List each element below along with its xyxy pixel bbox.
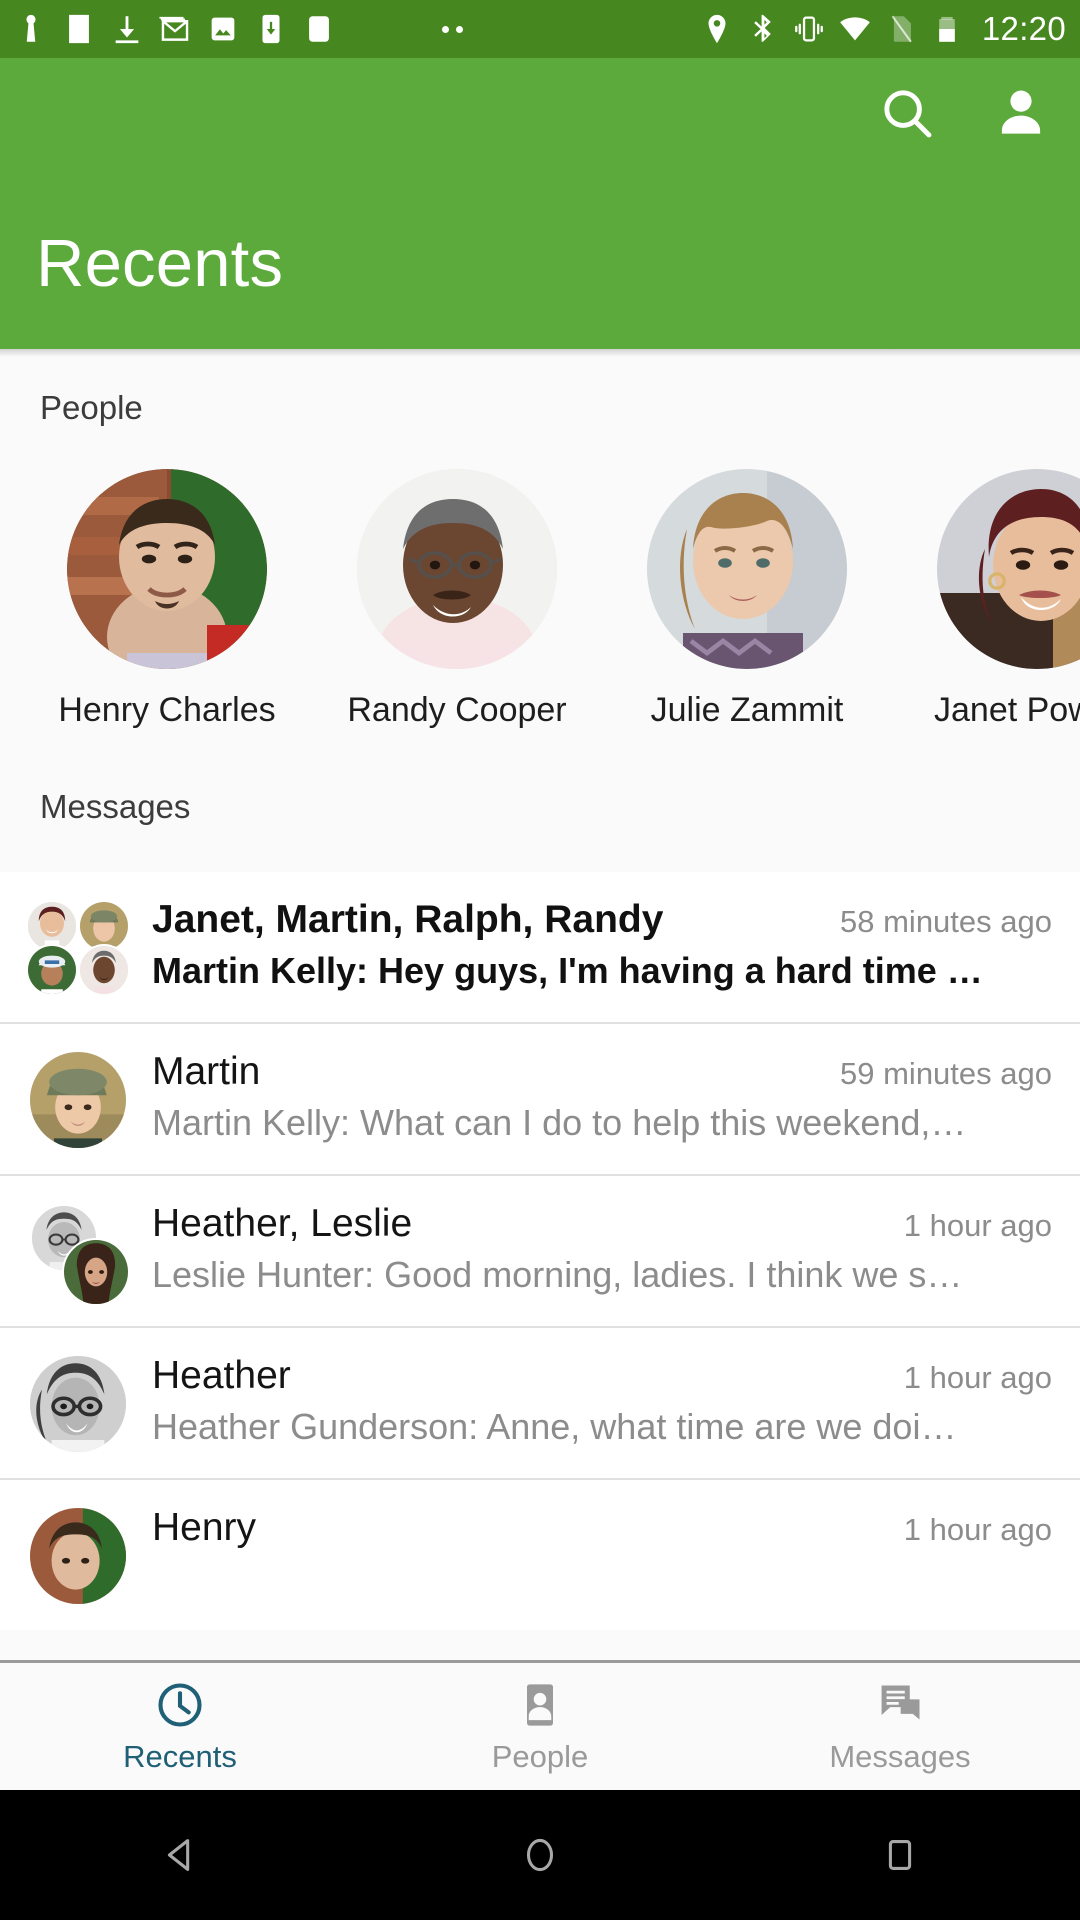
message-snippet: Martin Kelly: Hey guys, I'm having a har… xyxy=(152,950,983,991)
android-status-bar: 12:20 xyxy=(0,0,1080,58)
bottom-tab-bar: Recents People Messages xyxy=(0,1660,1080,1790)
message-body: Heather 1 hour ago Heather Gunderson: An… xyxy=(126,1354,1052,1448)
message-row[interactable]: Heather, Leslie 1 hour ago Leslie Hunter… xyxy=(0,1174,1080,1326)
avatar xyxy=(647,469,847,669)
app-bar-actions xyxy=(876,82,1052,144)
vibrate-icon xyxy=(792,12,826,46)
person-item[interactable]: Henry Charles xyxy=(22,469,312,730)
page-title: Recents xyxy=(36,226,284,301)
message-title: Janet, Martin, Ralph, Randy xyxy=(152,898,664,941)
person-item[interactable]: Randy Cooper xyxy=(312,469,602,730)
group-avatar-cluster xyxy=(26,900,130,996)
people-spacer xyxy=(0,730,1080,788)
message-body: Heather, Leslie 1 hour ago Leslie Hunter… xyxy=(126,1202,1052,1296)
gmail-icon xyxy=(158,12,192,46)
status-more-indicator xyxy=(336,25,700,33)
clock-icon xyxy=(154,1679,206,1731)
avatar xyxy=(357,469,557,669)
no-sim-icon xyxy=(884,12,918,46)
people-strip[interactable]: Henry Charles Randy Cooper Julie Zammit … xyxy=(0,427,1080,730)
message-title: Heather, Leslie xyxy=(152,1202,413,1245)
bluetooth-icon xyxy=(746,12,780,46)
message-snippet: Heather Gunderson: Anne, what time are w… xyxy=(152,1406,957,1447)
tab-label: Recents xyxy=(123,1738,237,1774)
message-row[interactable]: Janet, Martin, Ralph, Randy 58 minutes a… xyxy=(0,872,1080,1022)
download-icon xyxy=(110,12,144,46)
tab-recents[interactable]: Recents xyxy=(0,1663,360,1790)
facebook-icon xyxy=(62,12,96,46)
contact-card-icon xyxy=(514,1679,566,1731)
message-row[interactable]: Heather 1 hour ago Heather Gunderson: An… xyxy=(0,1326,1080,1478)
person-item[interactable]: Julie Zammit xyxy=(602,469,892,730)
person-name: Henry Charles xyxy=(58,691,276,729)
location-icon xyxy=(700,12,734,46)
people-section-label: People xyxy=(40,389,143,426)
more-dots-icon xyxy=(442,25,464,33)
scroll-content[interactable]: People Henry Charles Randy Cooper Julie … xyxy=(0,349,1080,1661)
blank-notification-icon xyxy=(302,12,336,46)
avatar xyxy=(78,944,130,996)
message-snippet: Martin Kelly: What can I do to help this… xyxy=(152,1102,967,1143)
message-title: Henry xyxy=(152,1506,257,1549)
message-timestamp: 1 hour ago xyxy=(903,1360,1052,1395)
tab-label: People xyxy=(491,1738,589,1774)
message-timestamp: 58 minutes ago xyxy=(840,904,1052,939)
messages-list[interactable]: Janet, Martin, Ralph, Randy 58 minutes a… xyxy=(0,872,1080,1630)
message-timestamp: 1 hour ago xyxy=(903,1208,1052,1243)
avatar xyxy=(30,1052,126,1148)
person-name: Julie Zammit xyxy=(650,691,844,729)
message-timestamp: 59 minutes ago xyxy=(840,1056,1052,1091)
tab-label: Messages xyxy=(829,1738,971,1774)
person-item[interactable]: Janet Powers xyxy=(892,469,1080,730)
home-circle-icon[interactable] xyxy=(505,1820,575,1890)
person-name: Janet Powers xyxy=(934,691,1080,729)
message-body: Janet, Martin, Ralph, Randy 58 minutes a… xyxy=(126,898,1052,992)
person-name: Randy Cooper xyxy=(347,691,567,729)
android-nav-bar xyxy=(0,1790,1080,1920)
message-row[interactable]: Martin 59 minutes ago Martin Kelly: What… xyxy=(0,1022,1080,1174)
app-bar: Recents xyxy=(0,58,1080,349)
battery-icon xyxy=(930,12,964,46)
app-download-icon xyxy=(254,12,288,46)
tab-people[interactable]: People xyxy=(360,1663,720,1790)
recents-square-icon[interactable] xyxy=(865,1820,935,1890)
message-timestamp: 1 hour ago xyxy=(903,1512,1052,1547)
message-snippet: Leslie Hunter: Good morning, ladies. I t… xyxy=(152,1254,963,1295)
avatar xyxy=(30,1356,126,1452)
avatar xyxy=(67,469,267,669)
avatar xyxy=(26,944,78,996)
message-title: Heather xyxy=(152,1354,291,1397)
group-avatar-cluster xyxy=(30,1204,130,1306)
phone-screen: 12:20 Recents People Henry Charles Randy… xyxy=(0,0,1080,1920)
message-row[interactable]: Henry 1 hour ago xyxy=(0,1478,1080,1630)
status-notification-icons xyxy=(14,12,336,46)
chat-bubbles-icon xyxy=(874,1679,926,1731)
avatar xyxy=(937,469,1080,669)
keyguard-icon xyxy=(14,12,48,46)
back-triangle-icon[interactable] xyxy=(145,1820,215,1890)
messages-section-label: Messages xyxy=(40,788,191,825)
message-body: Martin 59 minutes ago Martin Kelly: What… xyxy=(126,1050,1052,1144)
tab-messages[interactable]: Messages xyxy=(720,1663,1080,1790)
message-title: Martin xyxy=(152,1050,261,1093)
avatar xyxy=(30,1508,126,1604)
photos-icon xyxy=(206,12,240,46)
wifi-icon xyxy=(838,12,872,46)
avatar xyxy=(62,1238,130,1306)
account-icon[interactable] xyxy=(990,82,1052,144)
message-body: Henry 1 hour ago xyxy=(126,1506,1052,1558)
status-system-icons: 12:20 xyxy=(700,10,1066,48)
status-clock: 12:20 xyxy=(981,10,1066,47)
search-icon[interactable] xyxy=(876,82,938,144)
